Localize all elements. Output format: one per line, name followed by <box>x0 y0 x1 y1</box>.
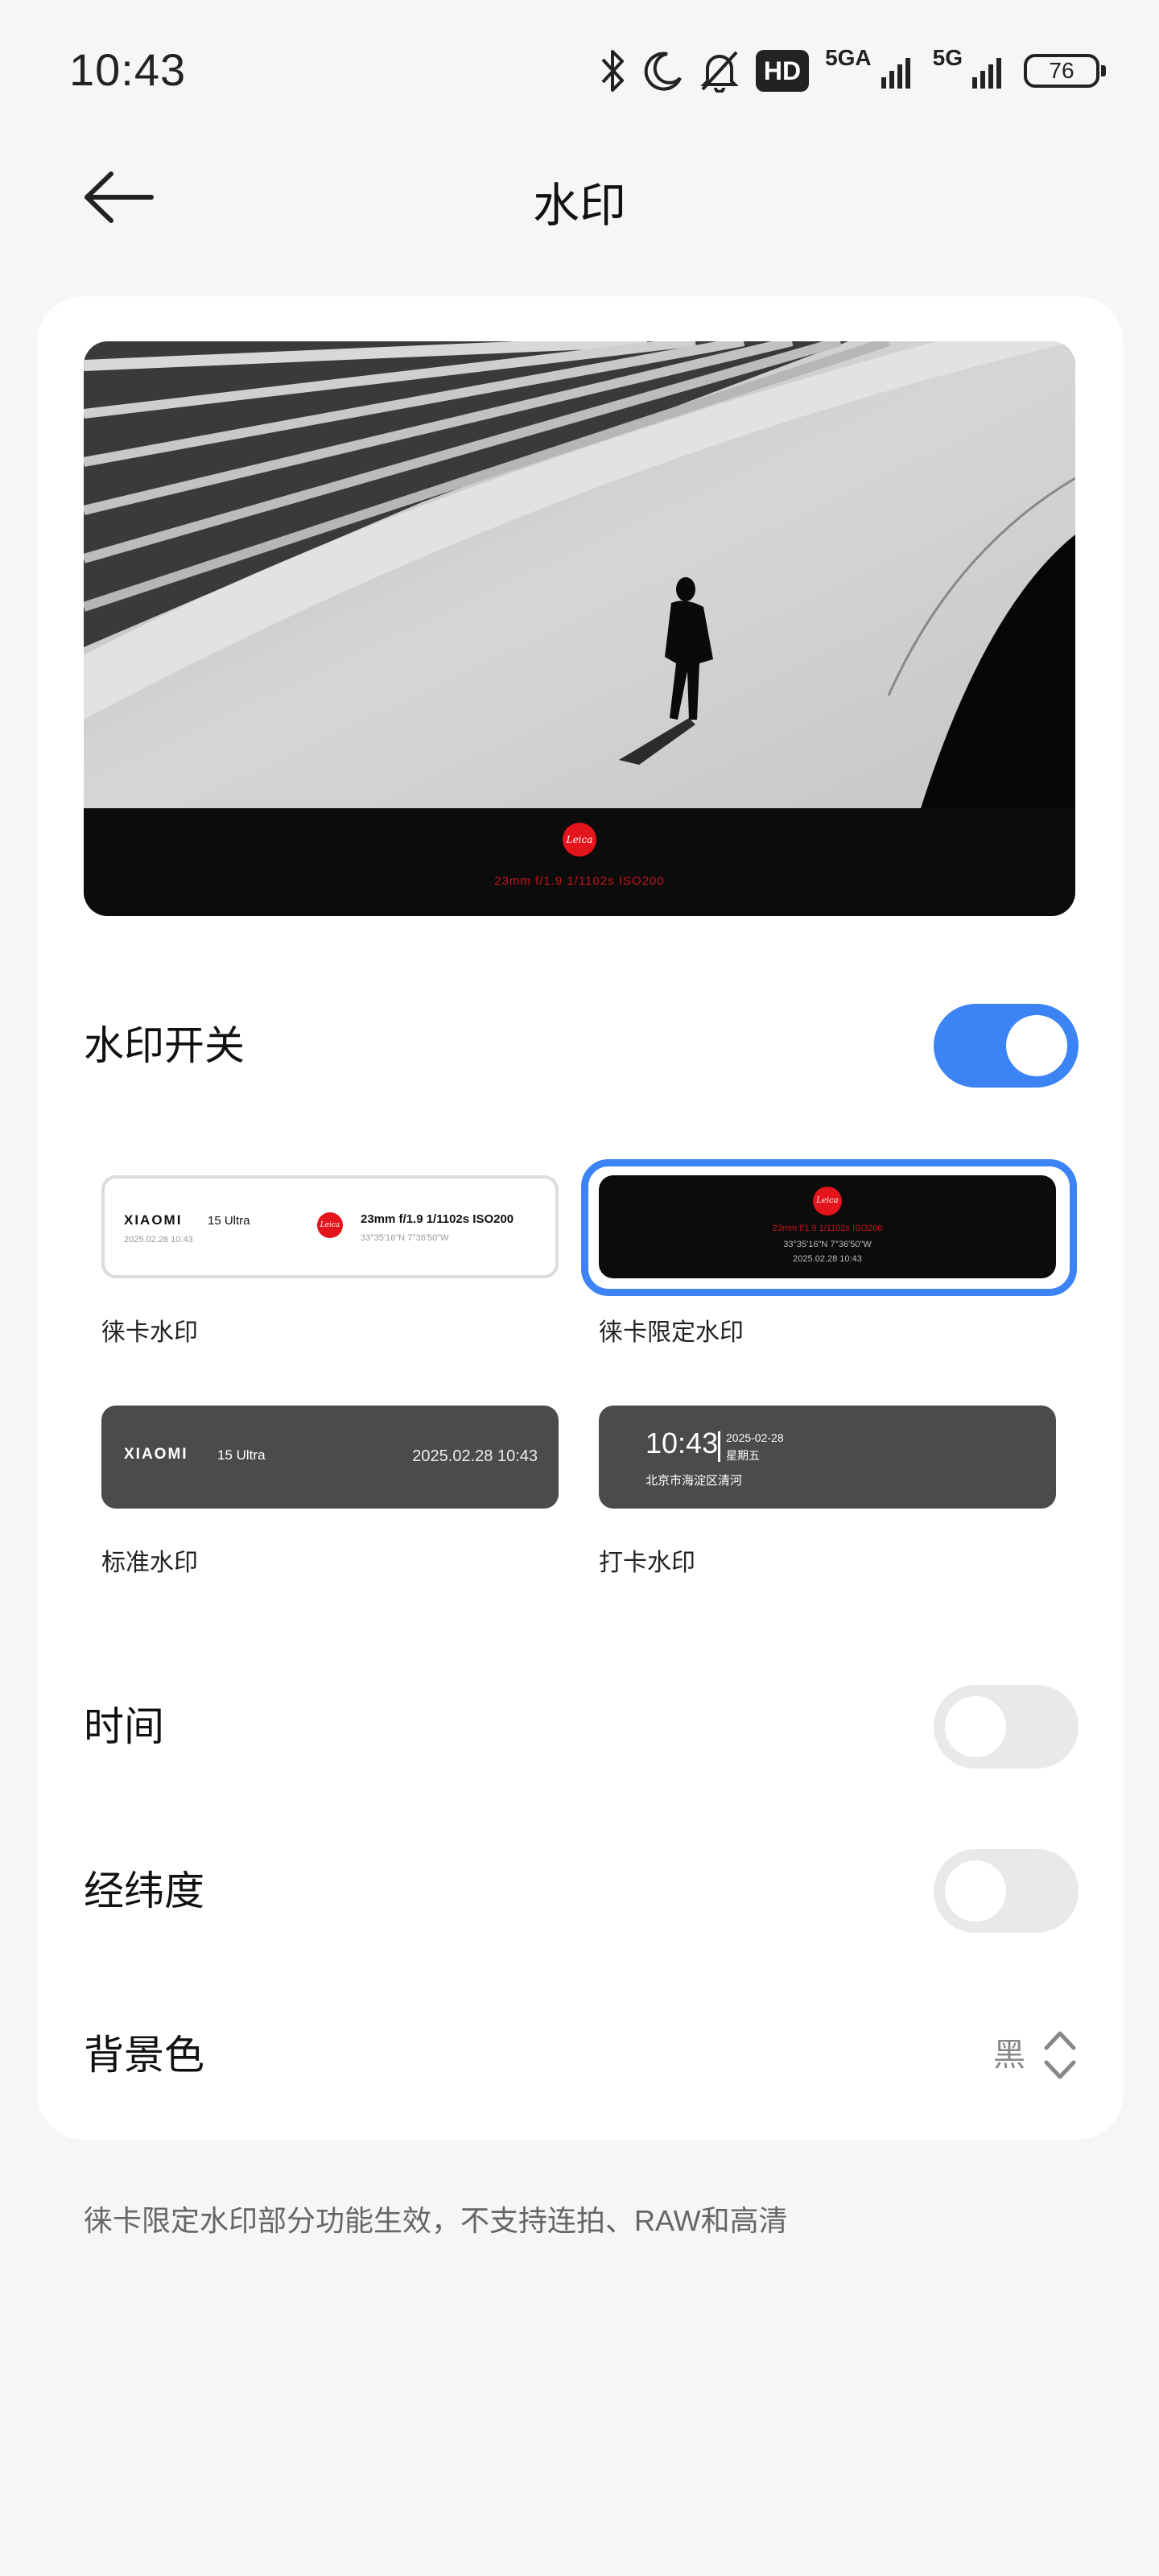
time-toggle[interactable] <box>934 1685 1079 1769</box>
background-color-label: 背景色 <box>84 2033 204 2078</box>
checkin-weekday: 星期五 <box>726 1449 760 1462</box>
background-color-value: 黑 <box>993 2037 1025 2073</box>
coords-label: 33°35'16"N 7°36'50"W <box>361 1233 449 1243</box>
model-label: 15 Ultra <box>208 1214 250 1228</box>
date-label: 2025.02.28 10:43 <box>793 1254 862 1264</box>
toggle-knob <box>945 1696 1006 1757</box>
time-row: 时间 <box>84 1682 1079 1771</box>
style-option-standard[interactable]: XIAOMI 15 Ultra 2025.02.28 10:43 标准水印 <box>101 1406 568 1583</box>
signal-icon <box>972 58 1001 89</box>
watermark-preview: Leica 23mm f/1.9 1/1102s ISO200 <box>84 341 1075 916</box>
status-time: 10:43 <box>69 44 187 95</box>
signal-icon <box>881 58 910 89</box>
network-5ga-label: 5GA <box>825 45 872 70</box>
chevron-updown-icon <box>1044 2031 1076 2079</box>
style-option-leica-limited[interactable]: Leica 23mm f/1.9 1/1102s ISO200 33°35'16… <box>599 1175 1066 1352</box>
checkin-date: 2025-02-28 <box>726 1431 784 1444</box>
network-5g-label: 5G <box>932 45 963 70</box>
leica-logo: Leica <box>813 1187 842 1216</box>
latlng-row: 经纬度 <box>84 1847 1079 1935</box>
latlng-label: 经纬度 <box>84 1868 204 1913</box>
status-icons: HD 5GA 5G 76 <box>600 45 1106 97</box>
coords-label: 33°35'16"N 7°36'50"W <box>783 1240 872 1249</box>
hd-badge: HD <box>755 50 810 92</box>
style-option-checkin[interactable]: 10:43 2025-02-28 星期五 北京市海淀区清河 打卡水印 <box>599 1406 1066 1583</box>
date-label: 2025.02.28 10:43 <box>124 1235 193 1245</box>
date-label: 2025.02.28 10:43 <box>412 1447 538 1465</box>
style-thumb-leica-limited[interactable]: Leica 23mm f/1.9 1/1102s ISO200 33°35'16… <box>599 1175 1056 1278</box>
xiaomi-brand: XIAOMI <box>124 1446 188 1463</box>
style-caption: 标准水印 <box>101 1550 198 1576</box>
preview-watermark-strip: Leica 23mm f/1.9 1/1102s ISO200 <box>84 808 1075 916</box>
page-header: 水印 <box>0 137 1159 266</box>
watermark-switch-label: 水印开关 <box>84 1023 245 1068</box>
style-thumb-standard[interactable]: XIAOMI 15 Ultra 2025.02.28 10:43 <box>101 1406 559 1509</box>
leica-logo: Leica <box>563 823 596 857</box>
xiaomi-brand: XIAOMI <box>124 1212 183 1228</box>
style-thumb-checkin[interactable]: 10:43 2025-02-28 星期五 北京市海淀区清河 <box>599 1406 1056 1509</box>
toggle-knob <box>945 1860 1006 1922</box>
bell-off-icon <box>700 51 739 93</box>
battery-indicator: 76 <box>1024 54 1106 88</box>
status-bar: 10:43 HD 5GA 5G 76 <box>0 0 1159 137</box>
preview-photo <box>84 341 1075 808</box>
checkin-divider <box>718 1431 720 1462</box>
toggle-knob <box>1006 1015 1067 1076</box>
style-option-leica[interactable]: XIAOMI 15 Ultra 2025.02.28 10:43 Leica 2… <box>101 1175 568 1352</box>
leica-logo: Leica <box>317 1212 343 1238</box>
style-caption: 徕卡水印 <box>101 1319 198 1346</box>
checkin-time: 10:43 <box>645 1426 719 1459</box>
checkin-location: 北京市海淀区清河 <box>645 1474 743 1488</box>
time-label: 时间 <box>84 1704 164 1749</box>
moon-icon <box>644 52 682 91</box>
latlng-toggle[interactable] <box>934 1849 1079 1933</box>
specs-label: 23mm f/1.9 1/1102s ISO200 <box>772 1224 883 1233</box>
style-caption: 打卡水印 <box>599 1550 695 1576</box>
model-label: 15 Ultra <box>217 1447 266 1463</box>
bluetooth-icon <box>601 50 624 92</box>
style-caption: 徕卡限定水印 <box>599 1319 744 1346</box>
footnote: 徕卡限定水印部分功能生效，不支持连拍、RAW和高清 <box>84 2204 788 2237</box>
page-title: 水印 <box>532 180 626 232</box>
specs-label: 23mm f/1.9 1/1102s ISO200 <box>361 1212 514 1226</box>
style-thumb-leica[interactable]: XIAOMI 15 Ultra 2025.02.28 10:43 Leica 2… <box>101 1175 559 1278</box>
watermark-switch-toggle[interactable] <box>934 1004 1079 1088</box>
background-color-row[interactable]: 背景色 黑 <box>84 2011 1079 2099</box>
watermark-switch-row: 水印开关 <box>84 1001 1079 1090</box>
preview-specs: 23mm f/1.9 1/1102s ISO200 <box>494 874 665 888</box>
